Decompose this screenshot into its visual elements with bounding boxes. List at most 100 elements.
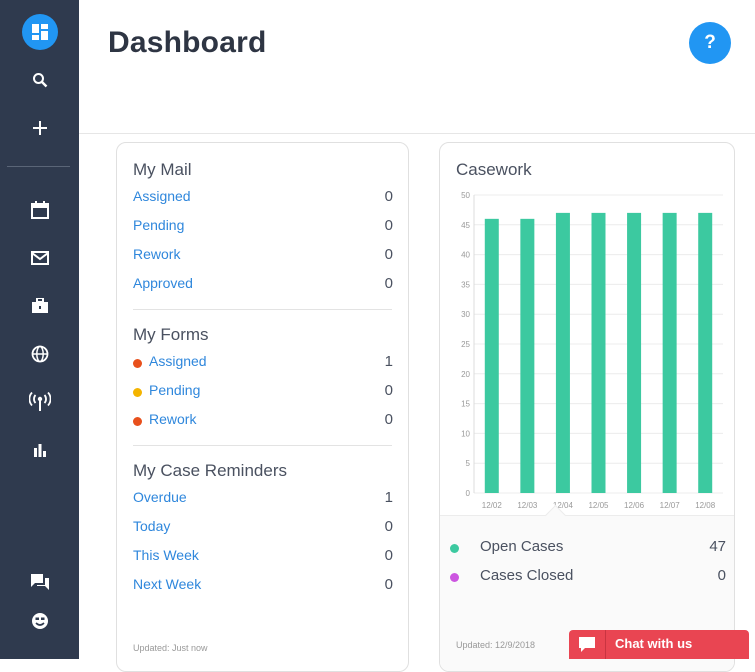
mail-approved-count: 0: [384, 275, 393, 292]
dashboard-icon: [21, 14, 58, 50]
x-tick-label: 12/02: [482, 501, 503, 510]
reminders-overdue-count: 1: [384, 489, 393, 506]
mail-approved-link[interactable]: Approved: [133, 275, 193, 291]
mail-assigned-count: 0: [384, 188, 393, 205]
mail-assigned-link[interactable]: Assigned: [133, 188, 191, 204]
smiley-icon: [31, 612, 49, 630]
bar: [698, 212, 713, 493]
mail-rework-link[interactable]: Rework: [133, 246, 180, 262]
status-dot: [133, 417, 142, 426]
search-button[interactable]: [0, 64, 79, 96]
my-mail-title: My Mail: [133, 160, 192, 179]
reminders-this-week-count: 0: [384, 547, 393, 564]
chat-icon: [30, 573, 50, 591]
forms-row-assigned[interactable]: Assigned 1: [133, 353, 393, 375]
status-dot: [133, 388, 142, 397]
bar: [484, 218, 499, 493]
chat-separator: [605, 630, 606, 659]
reports-button[interactable]: [0, 434, 79, 466]
sidebar-divider: [7, 166, 70, 167]
calendar-icon: [30, 201, 49, 219]
legend-closed-label: Cases Closed: [480, 567, 574, 584]
legend-cases-closed[interactable]: Cases Closed 0: [450, 567, 726, 589]
forms-rework-link[interactable]: Rework: [149, 411, 196, 427]
mail-rework-count: 0: [384, 246, 393, 263]
y-tick-label: 35: [461, 280, 470, 289]
page-title: Dashboard: [108, 26, 267, 59]
mail-pending-link[interactable]: Pending: [133, 217, 184, 233]
profile-button[interactable]: [0, 605, 79, 637]
dashboard-button[interactable]: [0, 14, 79, 50]
casework-chart: 0510152025303540455012/02 12/03 12/04 12/05…: [461, 191, 723, 510]
bar-chart-icon: [33, 443, 47, 457]
x-tick-label: 12/05: [588, 501, 609, 510]
add-icon: [32, 121, 47, 135]
reminders-next-week-link[interactable]: Next Week: [133, 576, 201, 592]
globe-icon: [31, 345, 49, 363]
x-tick-label: 12/06: [624, 501, 645, 510]
y-tick-label: 50: [461, 191, 470, 200]
chat-label: Chat with us: [615, 636, 693, 651]
messages-button[interactable]: [0, 566, 79, 598]
forms-rework-count: 0: [384, 411, 393, 428]
mail-row-assigned[interactable]: Assigned 0: [133, 188, 393, 210]
calendar-button[interactable]: [0, 194, 79, 226]
forms-row-pending[interactable]: Pending 0: [133, 382, 393, 404]
bar: [555, 212, 570, 493]
reminders-today-link[interactable]: Today: [133, 518, 170, 534]
chat-bubble-icon: [578, 636, 596, 658]
forms-row-rework[interactable]: Rework 0: [133, 411, 393, 433]
briefcase-icon: [31, 298, 49, 314]
page-header: Dashboard ?: [79, 0, 755, 134]
section-divider: [133, 445, 392, 446]
legend-closed-count: 0: [717, 567, 726, 584]
mail-row-pending[interactable]: Pending 0: [133, 217, 393, 239]
broadcast-button[interactable]: [0, 386, 79, 418]
legend-open-label: Open Cases: [480, 538, 564, 555]
mail-icon: [30, 251, 49, 265]
legend-open-count: 47: [709, 538, 726, 555]
forms-pending-link[interactable]: Pending: [149, 382, 200, 398]
inbox-card: My Mail Assigned 0 Pending 0 Rework 0 Ap…: [116, 142, 409, 672]
mail-pending-count: 0: [384, 217, 393, 234]
x-tick-label: 12/03: [517, 501, 538, 510]
reminders-row-next-week[interactable]: Next Week 0: [133, 576, 393, 598]
forms-assigned-count: 1: [384, 353, 393, 370]
casework-updated-text: Updated: 12/9/2018: [456, 640, 536, 650]
y-tick-label: 15: [461, 400, 470, 409]
search-icon: [32, 72, 48, 88]
globe-button[interactable]: [0, 338, 79, 370]
mail-row-approved[interactable]: Approved 0: [133, 275, 393, 297]
briefcase-button[interactable]: [0, 290, 79, 322]
y-tick-label: 5: [466, 459, 471, 468]
y-tick-label: 45: [461, 221, 470, 230]
reminders-overdue-link[interactable]: Overdue: [133, 489, 187, 505]
section-divider: [133, 309, 392, 310]
bar: [662, 212, 677, 493]
y-tick-label: 20: [461, 370, 470, 379]
bar: [627, 212, 642, 493]
y-tick-label: 25: [461, 340, 470, 349]
reminders-row-overdue[interactable]: Overdue 1: [133, 489, 393, 511]
reminders-today-count: 0: [384, 518, 393, 535]
reminders-row-today[interactable]: Today 0: [133, 518, 393, 540]
legend-dot-closed: [450, 573, 459, 582]
casework-card: Casework 0 5 10 15 20 25 30 35 40 45 50 12/02 12/03 1…: [439, 142, 735, 672]
legend-open-cases[interactable]: Open Cases 47: [450, 538, 726, 560]
x-tick-label: 12/08: [695, 501, 716, 510]
forms-pending-count: 0: [384, 382, 393, 399]
mail-row-rework[interactable]: Rework 0: [133, 246, 393, 268]
status-dot: [133, 359, 142, 368]
x-tick-label: 12/07: [660, 501, 681, 510]
help-button[interactable]: ?: [689, 22, 731, 64]
mail-button[interactable]: [0, 242, 79, 274]
reminders-next-week-count: 0: [384, 576, 393, 593]
reminders-this-week-link[interactable]: This Week: [133, 547, 199, 563]
y-tick-label: 30: [461, 310, 470, 319]
add-button[interactable]: [0, 112, 79, 144]
reminders-row-this-week[interactable]: This Week 0: [133, 547, 393, 569]
bar: [591, 212, 606, 493]
forms-assigned-link[interactable]: Assigned: [149, 353, 207, 369]
bar: [520, 218, 535, 493]
chat-widget-button[interactable]: Chat with us: [569, 630, 749, 659]
